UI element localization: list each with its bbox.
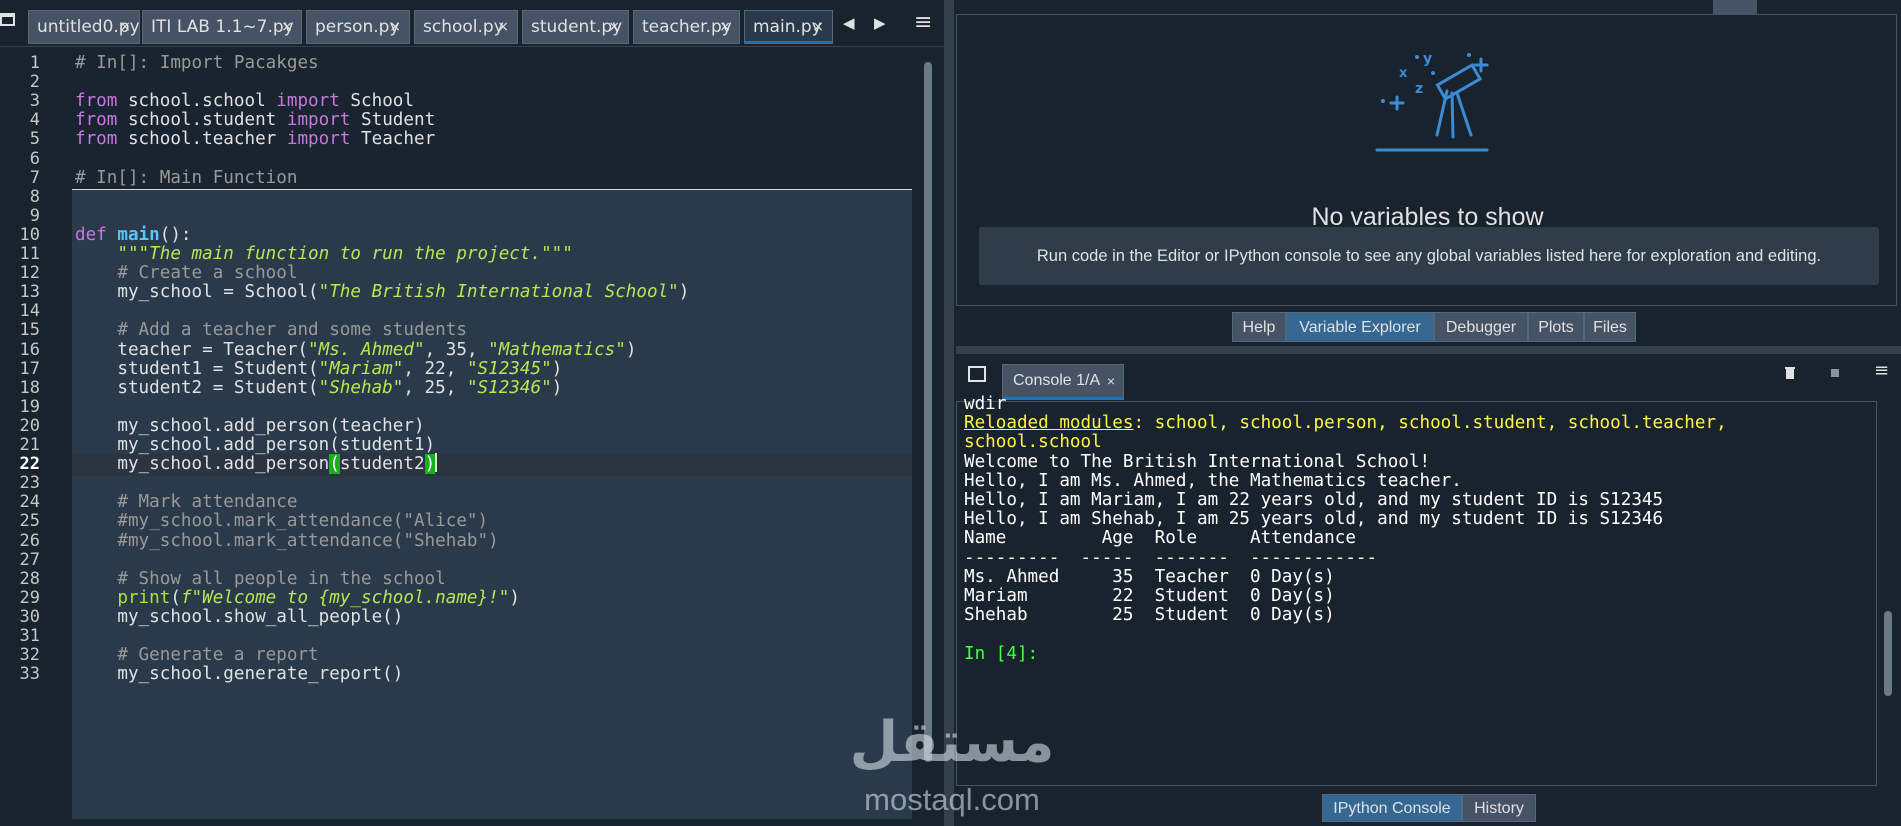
- code-line: #my_school.mark_attendance("Shehab"): [75, 530, 499, 551]
- console-text: : school, school.person, school.student,…: [1133, 413, 1727, 434]
- console-text: school.school: [964, 432, 1102, 453]
- no-variables-message: Run code in the Editor or IPython consol…: [979, 227, 1879, 285]
- console-text: Hello, I am Ms. Ahmed, the Mathematics t…: [964, 470, 1462, 491]
- trash-icon[interactable]: [1784, 366, 1796, 384]
- tab-label: person.py: [315, 17, 400, 37]
- console-text: Mariam 22 Student 0 Day(s): [964, 586, 1335, 606]
- close-icon[interactable]: ×: [389, 11, 401, 43]
- close-icon[interactable]: ×: [119, 11, 131, 43]
- console-pane: Console 1/A × ≡ wdir Reloaded modules: sc…: [956, 356, 1901, 826]
- console-scrollbar[interactable]: [1882, 406, 1894, 781]
- tab-debugger[interactable]: Debugger: [1434, 312, 1528, 342]
- variable-explorer-panel: x y z No variables to show Run code in t…: [956, 14, 1897, 306]
- tab-ipython-console[interactable]: IPython Console: [1322, 794, 1462, 822]
- console-text: Ms. Ahmed 35 Teacher 0 Day(s): [964, 566, 1335, 587]
- tab-plots[interactable]: Plots: [1528, 312, 1584, 342]
- line-number: 33: [19, 664, 40, 685]
- console-scrollbar-thumb[interactable]: [1884, 611, 1892, 696]
- console-text: In [4]:: [964, 643, 1039, 664]
- console-tab-label: Console 1/A: [1013, 372, 1101, 389]
- console-text: Shehab 25 Student 0 Day(s): [964, 605, 1335, 626]
- svg-text:y: y: [1423, 51, 1432, 67]
- telescope-icon: x y z: [1375, 51, 1489, 152]
- console-line: Shehab 25 Student 0 Day(s): [964, 604, 1335, 627]
- console-line: In [4]:: [964, 643, 1038, 666]
- reloaded-modules-link[interactable]: Reloaded modules: [964, 413, 1133, 433]
- close-icon[interactable]: ×: [497, 11, 509, 43]
- close-icon[interactable]: ×: [1107, 365, 1115, 397]
- console-text: Welcome to The British International Sch…: [964, 451, 1431, 472]
- console-text: Name Age Role Attendance: [964, 528, 1356, 549]
- window-icon[interactable]: [968, 366, 986, 382]
- code-line: # In[]: Import Pacakges: [75, 53, 319, 73]
- stop-icon[interactable]: [1830, 366, 1840, 382]
- hamburger-menu-icon[interactable]: ≡: [1874, 360, 1889, 381]
- svg-text:x: x: [1399, 66, 1408, 81]
- close-icon[interactable]: ×: [281, 11, 293, 43]
- console-text: Hello, I am Shehab, I am 25 years old, a…: [964, 509, 1664, 530]
- code-line: my_school.show_all_people(): [75, 606, 404, 627]
- tab-scroll-right-icon[interactable]: ▶: [874, 14, 886, 32]
- watermark-arabic-text: مستقل: [849, 710, 1055, 775]
- tab-variable-explorer[interactable]: Variable Explorer: [1286, 312, 1434, 342]
- editor-tab-bar: untitled0.py × ITI LAB 1.1~7.py × person.py ×…: [0, 0, 944, 47]
- vertical-splitter[interactable]: [944, 0, 954, 826]
- close-icon[interactable]: ×: [608, 11, 620, 43]
- options-button[interactable]: [1713, 0, 1757, 14]
- code-line: my_school.add_person(student2): [75, 453, 438, 475]
- tab-teacher-py[interactable]: teacher.py ×: [633, 10, 740, 44]
- console-text: Hello, I am Mariam, I am 22 years old, a…: [964, 490, 1664, 510]
- tab-files[interactable]: Files: [1584, 312, 1636, 342]
- code-line: # In[]: Main Function: [75, 167, 298, 188]
- window-icon[interactable]: [0, 12, 18, 30]
- close-icon[interactable]: ×: [812, 11, 824, 41]
- variable-explorer-pane: x y z No variables to show Run code in t…: [956, 0, 1901, 345]
- tab-student-py[interactable]: student.py ×: [522, 10, 629, 44]
- tab-help[interactable]: Help: [1232, 312, 1286, 342]
- console-output[interactable]: wdir Reloaded modules: school, school.per…: [956, 394, 1877, 786]
- tab-school-py[interactable]: school.py ×: [414, 10, 518, 44]
- editor-pane: untitled0.py × ITI LAB 1.1~7.py × person.py ×…: [0, 0, 944, 826]
- code-line: student2 = Student("Shehab", 25, "S12346…: [75, 377, 563, 398]
- tab-iti-lab-1-1-7-py[interactable]: ITI LAB 1.1~7.py ×: [142, 10, 302, 44]
- line-number-gutter: 1 2 3 4 5 6 7 8 9 10 11 12 13 14 15 16 17 18 19 20 21 22 23 24 2…: [0, 47, 72, 819]
- editor-scrollbar[interactable]: [920, 56, 934, 816]
- tab-label: school.py: [423, 17, 504, 37]
- tab-scroll-left-icon[interactable]: ◀: [843, 14, 855, 32]
- code-line: from school.teacher import Teacher: [75, 129, 436, 150]
- svg-text:z: z: [1415, 81, 1423, 97]
- code-editor[interactable]: 1 2 3 4 5 6 7 8 9 10 11 12 13 14 15 16 17 18 19 20 21 22 23 24 2…: [0, 47, 912, 819]
- tab-main-py[interactable]: main.py ×: [744, 10, 833, 44]
- tab-label: ITI LAB 1.1~7.py: [151, 17, 294, 37]
- editor-scrollbar-thumb[interactable]: [924, 62, 932, 762]
- hamburger-menu-icon[interactable]: ≡: [914, 10, 932, 35]
- console-tab[interactable]: Console 1/A ×: [1002, 364, 1124, 400]
- tab-untitled0-py[interactable]: untitled0.py ×: [28, 10, 140, 44]
- horizontal-splitter[interactable]: [956, 346, 1901, 354]
- watermark-text: mostaql.com: [864, 782, 1040, 817]
- console-text: --------- ----- ------- ------------: [964, 547, 1378, 568]
- tab-person-py[interactable]: person.py ×: [306, 10, 410, 44]
- watermark-logo: مستقل mostaql.com: [842, 710, 1062, 820]
- tab-history[interactable]: History: [1462, 794, 1536, 822]
- console-text: wdir: [964, 394, 1007, 414]
- close-icon[interactable]: ×: [719, 11, 731, 43]
- code-line: my_school.generate_report(): [75, 664, 404, 685]
- code-line: my_school = School("The British Internat…: [75, 282, 690, 303]
